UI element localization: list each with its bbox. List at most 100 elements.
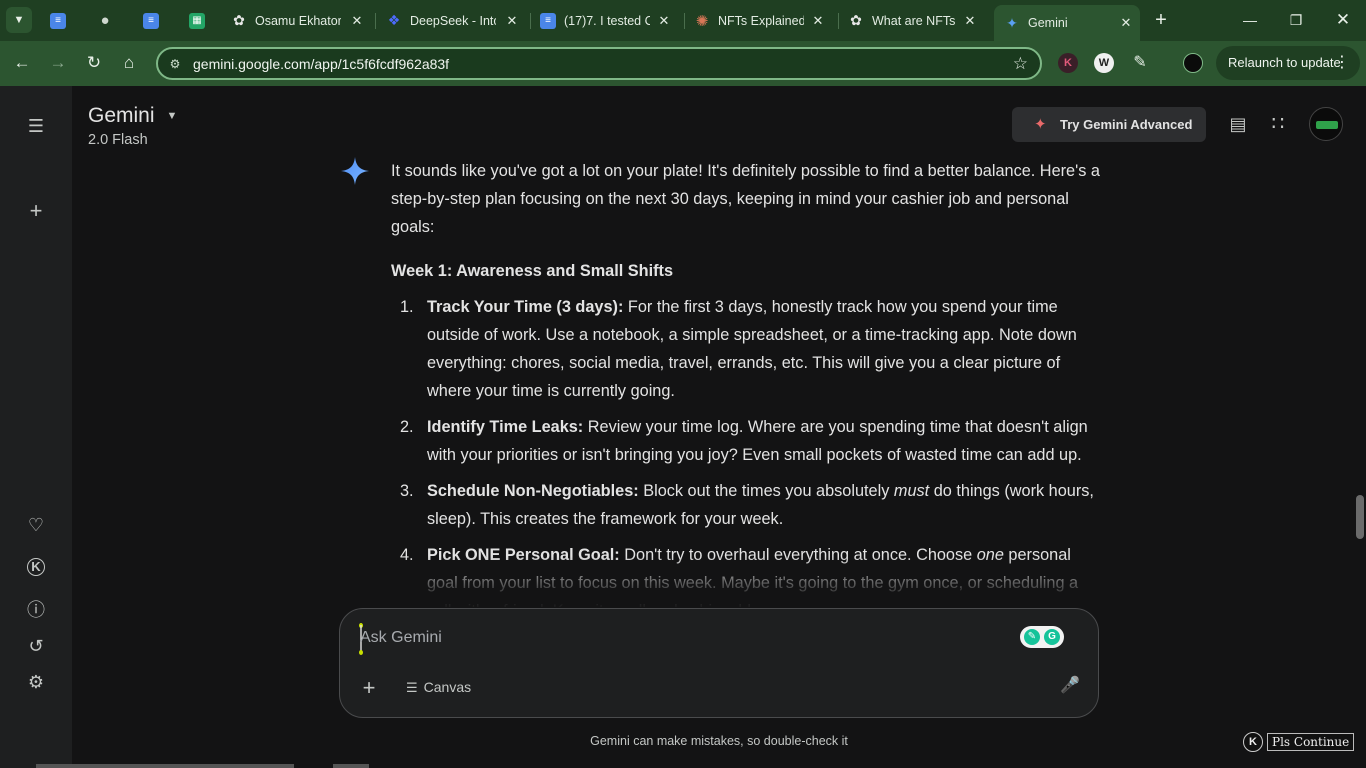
- docs-icon: ≡: [143, 12, 159, 29]
- settings-gear-icon[interactable]: ⚙: [24, 670, 48, 694]
- list-number: 3.: [400, 482, 414, 500]
- tab-label: NFTs Explained: [718, 13, 804, 28]
- list-number: 2.: [400, 418, 414, 436]
- tab-search-button[interactable]: ▼: [6, 7, 32, 33]
- tab-docs-1[interactable]: ≡: [50, 6, 72, 35]
- docs-icon: ≡: [540, 12, 556, 29]
- apps-grid-icon[interactable]: ∷: [1266, 112, 1290, 136]
- close-icon[interactable]: ✕: [1118, 15, 1134, 31]
- sheets-icon: ▦: [189, 12, 205, 29]
- close-icon[interactable]: ✕: [810, 13, 826, 29]
- home-icon: ⌂: [123, 53, 135, 72]
- tab-separator: [530, 13, 531, 29]
- gemini-icon: ✦: [1006, 14, 1018, 31]
- tab-docs-2[interactable]: ≡: [143, 6, 165, 35]
- prompt-input-box[interactable]: Ask Gemini ✎ G + ☰ Canvas 🎤: [339, 608, 1099, 718]
- deepseek-icon: ❖: [387, 12, 401, 28]
- list-item: 1. Track Your Time (3 days): For the fir…: [391, 293, 1103, 405]
- avatar-logo: [1316, 121, 1338, 129]
- more-vert-icon[interactable]: ⋮: [1334, 46, 1350, 80]
- close-icon[interactable]: ✕: [962, 13, 978, 29]
- close-icon[interactable]: ✕: [349, 13, 365, 29]
- arrow-right-icon: →: [49, 53, 67, 72]
- add-files-button[interactable]: +: [358, 675, 380, 701]
- close-icon[interactable]: ✕: [656, 13, 672, 29]
- activity-history-icon[interactable]: ↺: [24, 634, 48, 658]
- prompt-placeholder[interactable]: Ask Gemini: [360, 629, 442, 647]
- scroll-fade: [372, 556, 1132, 610]
- menu-icon[interactable]: ☰: [24, 114, 48, 138]
- item-title: Identify Time Leaks:: [427, 418, 584, 436]
- scrollbar-thumb[interactable]: [1356, 495, 1364, 539]
- forward-button[interactable]: →: [47, 52, 69, 74]
- sidebar: ☰ + ♡ K ⓘ ↺ ⚙: [0, 86, 72, 768]
- restore-button[interactable]: ❐: [1286, 10, 1306, 30]
- bookmark-star-icon[interactable]: ☆: [1013, 54, 1028, 74]
- help-icon[interactable]: ⓘ: [24, 598, 48, 622]
- new-tab-button[interactable]: +: [1150, 9, 1172, 31]
- back-button[interactable]: ←: [11, 52, 33, 74]
- tab-nfts-explained[interactable]: ✺ NFTs Explained ✕: [694, 6, 832, 35]
- extension-k-icon[interactable]: K: [1058, 53, 1078, 73]
- address-bar[interactable]: ⚙ gemini.google.com/app/1c5f6fcdf962a83f…: [156, 47, 1042, 80]
- microphone-icon[interactable]: 🎤: [1060, 675, 1080, 695]
- tab-what-are-nfts[interactable]: ✿ What are NFTs ✕: [848, 6, 984, 35]
- model-switcher[interactable]: Gemini ▼: [88, 104, 177, 128]
- reload-icon: ↻: [86, 53, 102, 72]
- reload-button[interactable]: ↻: [83, 52, 105, 74]
- list-item: 2. Identify Time Leaks: Review your time…: [391, 413, 1103, 469]
- extension-k-label: K: [1064, 57, 1072, 69]
- plus-icon: +: [1155, 9, 1167, 31]
- home-button[interactable]: ⌂: [118, 52, 140, 74]
- tab-gemini[interactable]: ✦ Gemini ✕: [994, 5, 1140, 41]
- minimize-icon: —: [1243, 12, 1257, 28]
- relaunch-label: Relaunch to update: [1228, 55, 1341, 70]
- minimize-button[interactable]: —: [1240, 10, 1260, 30]
- week-heading: Week 1: Awareness and Small Shifts: [391, 262, 674, 280]
- arrow-left-icon: ←: [13, 53, 31, 72]
- extension-w-icon[interactable]: W: [1094, 53, 1114, 73]
- response-text: It sounds like you've got a lot on your …: [391, 157, 1103, 607]
- try-advanced-button[interactable]: ✦ Try Gemini Advanced: [1012, 107, 1206, 142]
- close-window-button[interactable]: ✕: [1333, 10, 1353, 30]
- grammarly-widget[interactable]: ✎ G: [1020, 626, 1064, 648]
- relaunch-button[interactable]: Relaunch to update ⋮: [1216, 46, 1360, 80]
- browser-tab-bar: ▼ ≡ ● ≡ ▦ ✿ Osamu Ekhator ✕ ❖ DeepSeek -…: [0, 0, 1366, 41]
- claude-icon: ✺: [695, 12, 709, 30]
- canvas-button[interactable]: ☰ Canvas: [406, 679, 471, 696]
- list-item: 3. Schedule Non-Negotiables: Block out t…: [391, 477, 1103, 533]
- tab-deepseek[interactable]: ❖ DeepSeek - Into ✕: [386, 6, 526, 35]
- new-chat-icon[interactable]: +: [24, 199, 48, 223]
- model-name: 2.0 Flash: [88, 132, 148, 148]
- response-intro: It sounds like you've got a lot on your …: [391, 162, 1100, 236]
- grammarly-pen-icon: ✎: [1024, 629, 1040, 645]
- close-icon[interactable]: ✕: [504, 13, 520, 29]
- tab-label: (17)7. I tested C: [564, 13, 650, 28]
- chevron-down-icon: ▼: [13, 14, 25, 26]
- main-content: Gemini ▼ 2.0 Flash ✦ Try Gemini Advanced …: [72, 86, 1366, 768]
- item-title: Track Your Time (3 days):: [427, 298, 624, 316]
- site-info-icon[interactable]: ⚙: [166, 55, 184, 73]
- pls-continue-button[interactable]: Pls Continue: [1267, 733, 1355, 751]
- gems-icon[interactable]: ♡: [24, 513, 48, 537]
- tab-label: Gemini: [1028, 16, 1068, 30]
- horizontal-scrollbar[interactable]: [36, 764, 294, 768]
- tab-docs-tested[interactable]: ≡ (17)7. I tested C ✕: [540, 6, 678, 35]
- k-badge-icon: K: [1243, 732, 1263, 752]
- caret-down-icon: ▼: [166, 110, 178, 123]
- profile-avatar-icon[interactable]: [1183, 53, 1203, 73]
- temporary-chat-icon[interactable]: ▤: [1226, 112, 1250, 136]
- item-title: Schedule Non-Negotiables:: [427, 482, 639, 500]
- extensions-puzzle-icon[interactable]: ✎: [1130, 53, 1150, 73]
- item-emphasis: must: [893, 482, 930, 500]
- tab-globe[interactable]: ●: [97, 6, 119, 35]
- tab-osamu[interactable]: ✿ Osamu Ekhator ✕: [231, 6, 371, 35]
- pls-continue-widget[interactable]: K Pls Continue: [1243, 732, 1355, 752]
- url-text[interactable]: gemini.google.com/app/1c5f6fcdf962a83f: [193, 56, 449, 72]
- tab-label: Osamu Ekhator: [255, 13, 341, 28]
- horizontal-scrollbar-segment[interactable]: [333, 764, 369, 768]
- extension-k-sidebar-icon[interactable]: K: [24, 555, 48, 579]
- avatar[interactable]: [1309, 107, 1343, 141]
- close-icon: ✕: [1335, 10, 1351, 29]
- tab-sheets[interactable]: ▦: [189, 6, 211, 35]
